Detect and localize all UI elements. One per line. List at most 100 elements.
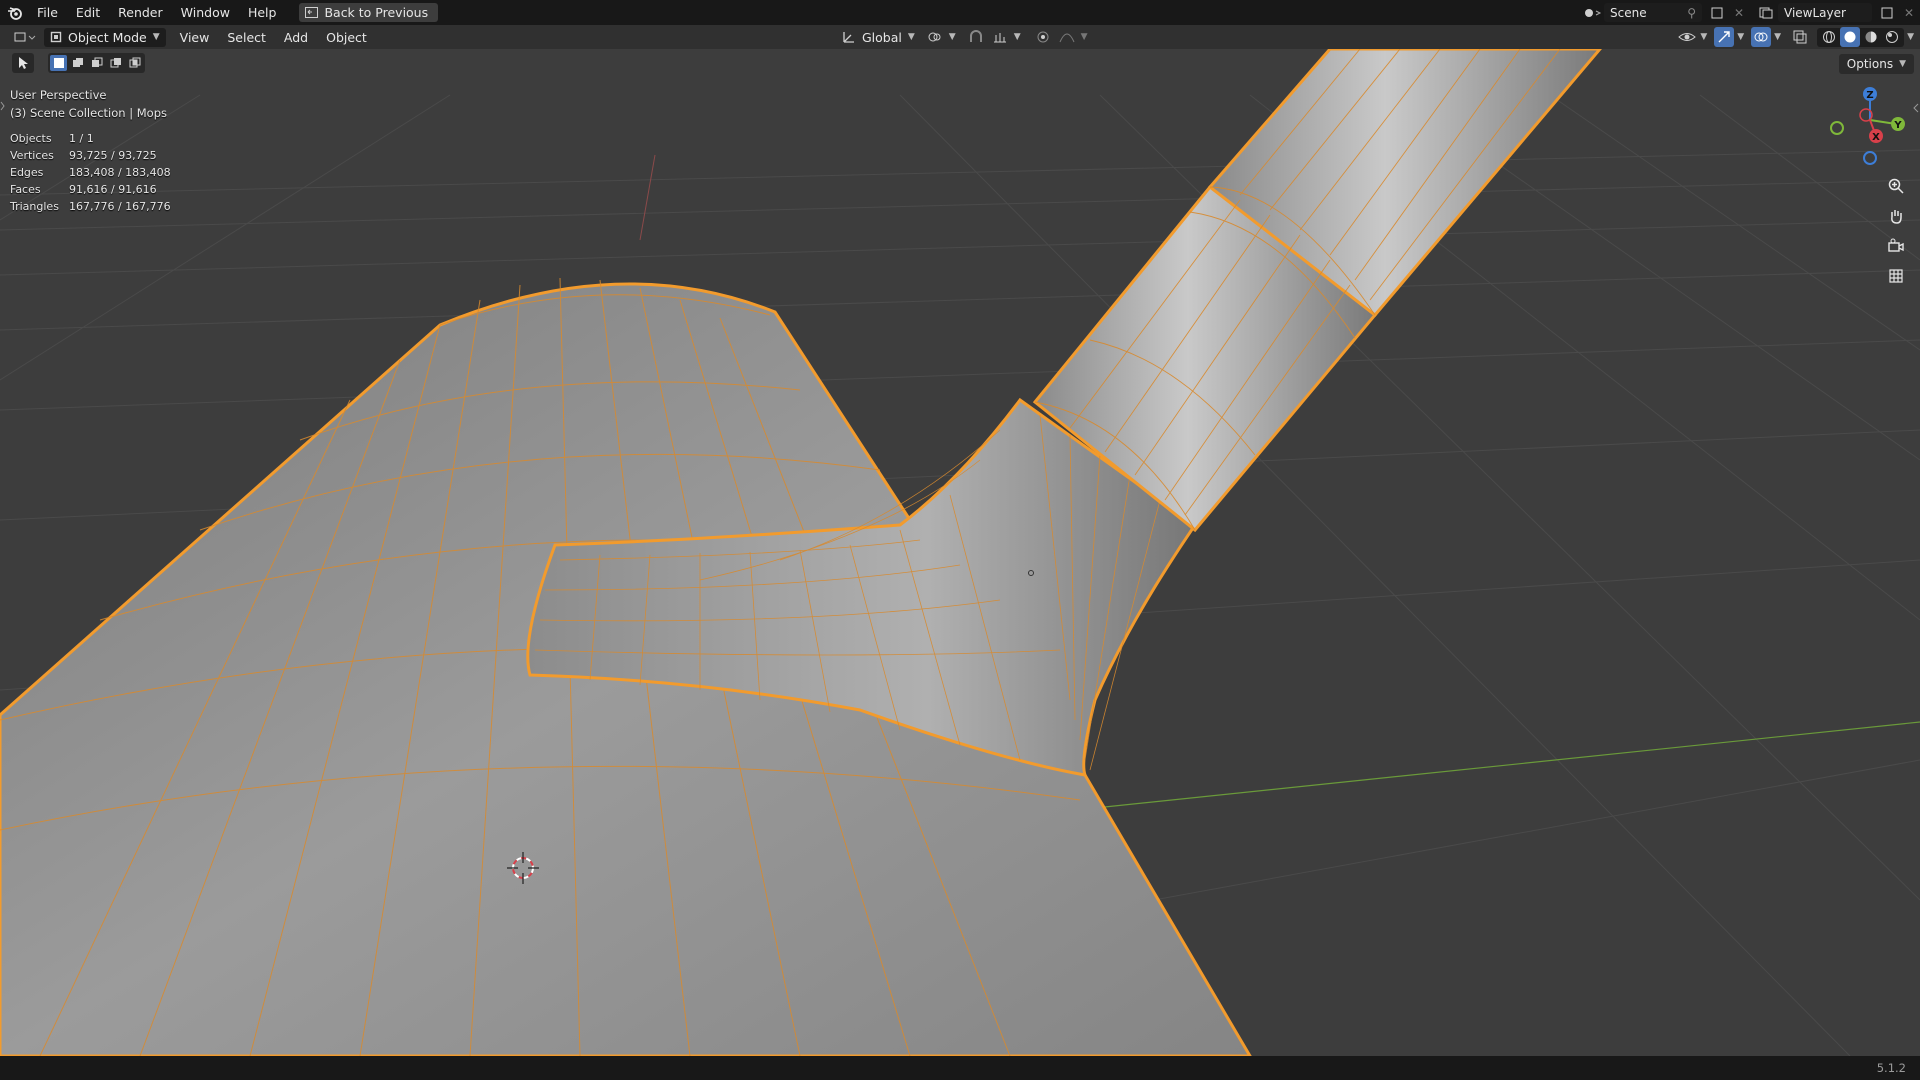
tool-settings-row [0,52,145,74]
scene-statistics: Objects 1 / 1 Vertices 93,725 / 93,725 Edg… [10,130,171,215]
camera-icon[interactable] [1882,234,1910,258]
mode-dropdown[interactable]: Object Mode ▼ [44,27,166,47]
navigation-controls [1882,174,1910,288]
menu-view[interactable]: View [174,27,216,47]
chevron-down-icon[interactable]: ▼ [1774,32,1781,42]
xray-icon[interactable] [1790,27,1810,47]
orientation-label: Global [862,29,902,45]
view-name: User Perspective [10,88,107,102]
view-layer-name: ViewLayer [1784,5,1846,20]
orientation-dropdown[interactable]: Global ▼ [836,28,921,47]
view-layer-field[interactable]: ViewLayer [1778,3,1872,22]
gizmo-y-label: Y [1893,120,1902,131]
menu-help[interactable]: Help [239,0,286,25]
stat-value: 91,616 / 91,616 [69,183,157,196]
viewport-info-overlay: User Perspective (3) Scene Collection | … [10,86,167,122]
chevron-down-icon[interactable]: ▼ [1907,32,1914,42]
material-shading-icon[interactable] [1861,27,1881,47]
menu-edit[interactable]: Edit [67,0,109,25]
screen-icon [305,7,319,18]
overlay-icon[interactable] [1751,27,1772,47]
menu-render[interactable]: Render [109,0,172,25]
blender-logo-icon[interactable] [2,0,28,25]
pan-icon[interactable] [1882,204,1910,228]
pin-icon[interactable]: ⚲ [1687,6,1696,20]
selection-mode-group [48,53,145,73]
options-dropdown[interactable]: Options ▼ [1838,54,1914,74]
delete-view-layer-icon[interactable]: ✕ [1898,3,1920,22]
y-axis-line [1094,721,1920,809]
chevron-down-icon[interactable]: ▼ [1014,32,1021,42]
select-intersect-icon[interactable] [126,55,143,71]
mode-label: Object Mode [68,29,147,45]
back-to-previous-label: Back to Previous [324,5,429,20]
sidebar-toggle-icon[interactable] [1912,102,1920,117]
snap-target-icon[interactable] [990,27,1010,47]
3d-viewport[interactable] [0,47,1920,1058]
visibility-icon[interactable] [1677,27,1697,47]
snap-icon[interactable] [966,27,986,47]
options-label: Options [1846,57,1894,71]
stat-value: 167,776 / 167,776 [69,200,171,213]
select-tool-icon[interactable] [12,53,34,73]
menu-select[interactable]: Select [221,27,272,47]
navigation-gizmo[interactable]: Z Y X [1820,84,1920,174]
proportional-icon[interactable] [1033,27,1053,47]
menu-object[interactable]: Object [320,27,373,47]
rendered-shading-icon[interactable] [1882,27,1902,47]
wireframe-shading-icon[interactable] [1819,27,1839,47]
gizmo-neg-y-axis[interactable] [1830,121,1844,135]
zoom-icon[interactable] [1882,174,1910,198]
viewport-display-tools: ▼ ▼ ▼ ▼ [1677,27,1914,47]
menu-window[interactable]: Window [172,0,239,25]
gizmo-icon[interactable] [1714,27,1735,47]
topbar-right-group: Scene ⚲ ✕ ViewLayer ✕ [1582,0,1920,25]
chevron-down-icon[interactable]: ▼ [1081,32,1088,42]
chevron-down-icon: ▼ [907,32,915,42]
select-new-icon[interactable] [50,55,67,71]
new-view-layer-icon[interactable] [1876,3,1898,22]
scene-field[interactable]: Scene ⚲ [1604,3,1702,22]
orientation-icon [843,32,854,43]
select-extend-icon[interactable] [69,55,86,71]
stat-value: 183,408 / 183,408 [69,166,171,179]
status-bar: 5.1.2 [0,1056,1920,1080]
stat-row: Faces 91,616 / 91,616 [10,181,171,198]
falloff-icon[interactable] [1057,27,1077,47]
shading-mode-group [1817,27,1905,47]
scene-selector-icon[interactable] [1582,3,1604,22]
stat-label: Faces [10,183,41,196]
stat-row: Edges 183,408 / 183,408 [10,164,171,181]
stat-label: Edges [10,166,44,179]
collapsed-panel-arrow[interactable] [0,100,5,112]
stat-row: Triangles 167,776 / 167,776 [10,198,171,215]
chevron-down-icon[interactable]: ▼ [949,32,956,42]
select-invert-icon[interactable] [107,55,124,71]
gizmo-neg-z-axis[interactable] [1863,151,1877,165]
scene-name: Scene [1610,5,1647,20]
view-layer-selector-icon[interactable] [1756,3,1778,22]
delete-scene-icon[interactable]: ✕ [1728,3,1750,22]
x-axis-line [639,154,656,241]
pivot-icon[interactable] [925,27,945,47]
back-to-previous-button[interactable]: Back to Previous [299,3,439,22]
menu-file[interactable]: File [28,0,67,25]
viewport-canvas[interactable] [0,47,1920,1058]
solid-shading-icon[interactable] [1840,27,1861,47]
chevron-down-icon: ▼ [152,32,160,42]
select-subtract-icon[interactable] [88,55,105,71]
new-scene-icon[interactable] [1706,3,1728,22]
chevron-down-icon[interactable]: ▼ [1737,32,1744,42]
gizmo-z-label: Z [1866,90,1873,101]
chevron-down-icon[interactable]: ▼ [1700,32,1707,42]
stat-row: Objects 1 / 1 [10,130,171,147]
transform-tools: Global ▼ ▼ ▼ ▼ [836,27,1088,47]
stat-label: Vertices [10,149,54,162]
stat-label: Objects [10,132,52,145]
menu-add[interactable]: Add [278,27,314,47]
editor-type-icon[interactable] [8,27,42,47]
grid-icon[interactable] [1882,264,1910,288]
viewport-header: Object Mode ▼ View Select Add Object Glo… [0,25,1920,49]
collection-name: (3) Scene Collection | Mops [10,106,167,120]
mode-icon [50,31,62,43]
